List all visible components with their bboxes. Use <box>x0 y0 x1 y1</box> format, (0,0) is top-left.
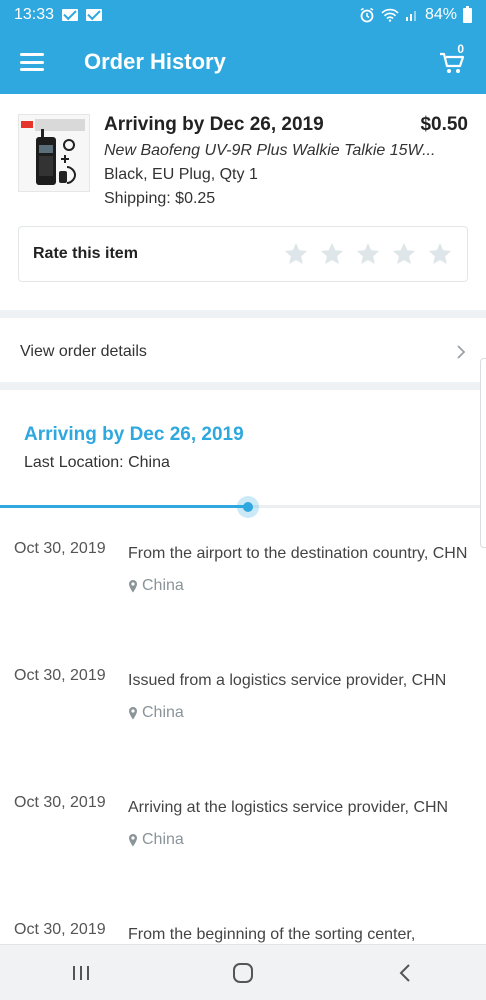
order-header: Arriving by Dec 26, 2019 $0.50 <box>104 114 468 136</box>
event-body: Issued from a logistics service provider… <box>128 653 472 780</box>
star-icon[interactable] <box>283 241 309 267</box>
tracking-events: Oct 30, 2019 From the airport to the des… <box>0 526 486 1000</box>
order-summary[interactable]: Arriving by Dec 26, 2019 $0.50 New Baofe… <box>18 114 468 208</box>
progress-indicator <box>236 496 259 518</box>
home-button[interactable] <box>213 953 273 993</box>
chevron-right-icon <box>457 345 466 359</box>
view-order-details-label: View order details <box>20 343 147 360</box>
scroll-handle[interactable] <box>480 358 486 548</box>
wifi-icon <box>381 8 399 22</box>
status-left: 13:33 <box>14 6 359 24</box>
event-location-text: China <box>142 831 184 848</box>
event-location: China <box>128 577 472 595</box>
event-date: Oct 30, 2019 <box>14 667 106 684</box>
event-description: Arriving at the logistics service provid… <box>128 799 449 816</box>
cart-count-badge: 0 <box>457 42 464 56</box>
status-time: 13:33 <box>14 6 55 23</box>
star-icon[interactable] <box>427 241 453 267</box>
location-pin-icon <box>129 579 137 592</box>
status-right: 84% <box>359 5 472 24</box>
order-price: $0.50 <box>420 114 468 135</box>
event-location: China <box>128 704 472 722</box>
event-body: From the airport to the destination coun… <box>128 526 472 653</box>
recent-apps-icon <box>73 965 89 980</box>
view-order-details-row[interactable]: View order details <box>0 322 486 382</box>
event-date: Oct 30, 2019 <box>14 540 106 557</box>
location-pin-icon <box>129 706 137 719</box>
progress-fill <box>0 505 248 508</box>
order-info: Arriving by Dec 26, 2019 $0.50 New Baofe… <box>104 114 468 208</box>
event-date: Oct 30, 2019 <box>14 794 106 811</box>
star-icon[interactable] <box>319 241 345 267</box>
tracking-event: Oct 30, 2019 Arriving at the logistics s… <box>0 780 486 907</box>
tracking-title: Arriving by Dec 26, 2019 <box>24 424 244 445</box>
status-bar: 13:33 84% <box>0 0 486 30</box>
tracking-progress-bar <box>0 496 486 518</box>
signal-icon <box>405 11 416 21</box>
event-description: Issued from a logistics service provider… <box>128 672 447 689</box>
page-title: Order History <box>84 49 226 74</box>
tracking-event: Oct 30, 2019 From the airport to the des… <box>0 526 486 653</box>
rate-label: Rate this item <box>33 245 138 262</box>
battery-icon <box>463 5 472 23</box>
mail-icon <box>86 9 103 21</box>
cart-button[interactable]: 0 <box>438 42 466 76</box>
product-name: New Baofeng UV-9R Plus Walkie Talkie 15W… <box>104 142 436 159</box>
walkie-talkie-image <box>19 115 89 191</box>
event-location-text: China <box>142 577 184 594</box>
section-divider <box>0 310 486 318</box>
last-location: Last Location: China <box>24 454 170 471</box>
event-description: From the airport to the destination coun… <box>128 545 468 562</box>
battery-percent: 84% <box>424 6 457 23</box>
menu-icon[interactable] <box>20 53 44 71</box>
event-location-text: China <box>142 704 184 721</box>
event-location: China <box>128 831 472 849</box>
product-variant: Black, EU Plug, Qty 1 <box>104 166 258 183</box>
app-bar: Order History 0 <box>0 30 486 94</box>
back-button[interactable] <box>375 953 435 993</box>
shipping-cost: Shipping: $0.25 <box>104 190 216 207</box>
star-icon[interactable] <box>355 241 381 267</box>
home-icon <box>233 962 253 983</box>
location-pin-icon <box>129 833 137 846</box>
tracking-event: Oct 30, 2019 Issued from a logistics ser… <box>0 653 486 780</box>
system-nav-bar <box>0 944 486 1000</box>
back-icon <box>399 963 410 982</box>
rate-item-box: Rate this item <box>18 226 468 282</box>
order-card: Arriving by Dec 26, 2019 $0.50 New Baofe… <box>0 94 486 282</box>
order-arriving-date: Arriving by Dec 26, 2019 <box>104 114 324 135</box>
section-divider <box>0 382 486 390</box>
product-thumbnail <box>18 114 90 192</box>
event-body: Arriving at the logistics service provid… <box>128 780 472 907</box>
mail-icon <box>62 9 79 21</box>
tracking-section: Arriving by Dec 26, 2019 Last Location: … <box>0 392 486 1000</box>
recent-apps-button[interactable] <box>51 953 111 993</box>
star-rating <box>283 241 453 267</box>
star-icon[interactable] <box>391 241 417 267</box>
alarm-icon <box>360 7 374 23</box>
